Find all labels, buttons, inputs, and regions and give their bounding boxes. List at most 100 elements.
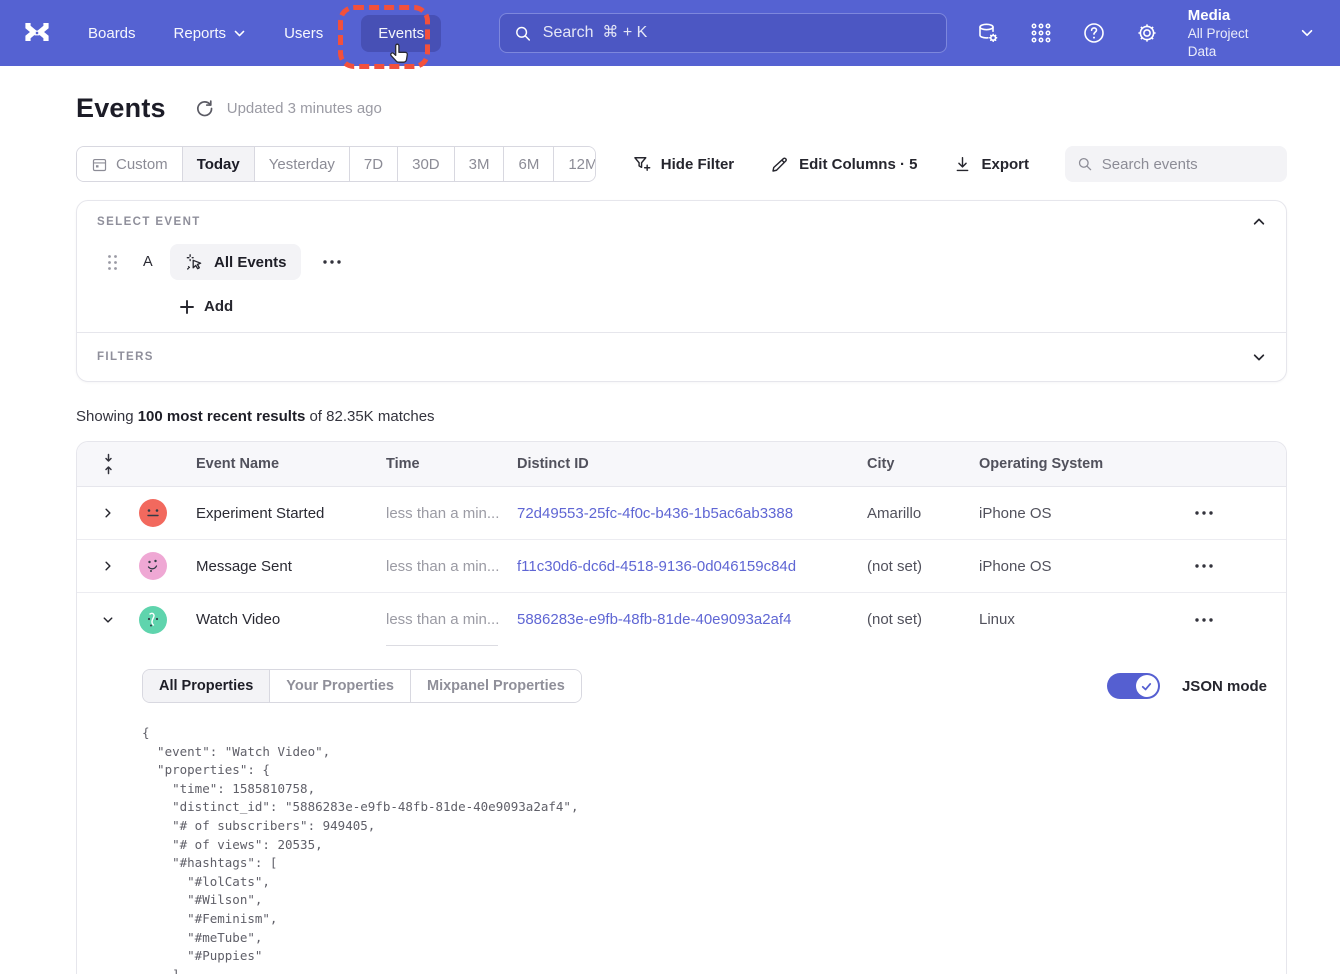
add-button-label: Add (204, 298, 233, 315)
cell-distinct-id-link[interactable]: f11c30d6-dc6d-4518-9136-0d046159c84d (517, 558, 867, 575)
settings-gear-icon[interactable] (1135, 21, 1159, 45)
row-more-button[interactable] (1184, 563, 1286, 569)
date-range-yesterday[interactable]: Yesterday (255, 147, 350, 181)
segment-label: 7D (364, 156, 383, 173)
segment-label: 3M (469, 156, 490, 173)
table-row[interactable]: Message Sent less than a min... f11c30d6… (77, 540, 1286, 593)
page-header: Events Updated 3 minutes ago (76, 93, 1287, 124)
avatar-face-icon (139, 552, 167, 580)
search-events-box[interactable] (1065, 146, 1287, 182)
row-more-button[interactable] (1184, 617, 1286, 623)
col-header-event-name[interactable]: Event Name (196, 456, 386, 472)
check-icon (1140, 680, 1153, 693)
top-navbar: Boards Reports Users Events (0, 0, 1340, 66)
step-letter: A (143, 254, 153, 270)
col-header-distinct-id[interactable]: Distinct ID (517, 456, 867, 472)
event-more-button[interactable] (318, 255, 346, 269)
sort-order-control[interactable] (77, 453, 139, 475)
table-row[interactable]: Experiment Started less than a min... 72… (77, 487, 1286, 540)
primary-nav: Boards Reports Users Events (88, 15, 441, 52)
nav-item-boards[interactable]: Boards (88, 25, 136, 42)
date-range-30d[interactable]: 30D (398, 147, 455, 181)
json-mode-control: JSON mode (1107, 673, 1267, 699)
table-row-expanded[interactable]: Watch Video less than a min... 5886283e-… (77, 593, 1286, 646)
chevron-down-icon[interactable] (1300, 25, 1314, 41)
add-event-button[interactable]: Add (179, 298, 233, 315)
cell-event-name: Experiment Started (196, 505, 386, 522)
date-range-3m[interactable]: 3M (455, 147, 505, 181)
tab-your-properties[interactable]: Your Properties (270, 670, 411, 702)
mixpanel-logo-icon[interactable] (20, 16, 54, 50)
cell-city: Amarillo (867, 505, 979, 522)
row-expand-button[interactable] (77, 560, 139, 572)
select-event-header[interactable]: SELECT EVENT (97, 215, 1266, 229)
download-icon (953, 155, 972, 174)
date-range-12m[interactable]: 12M (554, 147, 595, 181)
row-more-button[interactable] (1184, 510, 1286, 516)
export-button[interactable]: Export (953, 155, 1029, 174)
cell-os: iPhone OS (979, 558, 1184, 575)
hide-filter-button[interactable]: Hide Filter (632, 154, 734, 174)
project-selector[interactable]: Media All Project Data (1188, 6, 1270, 61)
all-events-selector[interactable]: All Events (170, 244, 301, 280)
cell-time: less than a min... (386, 487, 517, 539)
segment-label: 30D (412, 156, 440, 173)
filters-label: FILTERS (97, 351, 154, 363)
date-range-7d[interactable]: 7D (350, 147, 398, 181)
date-range-today[interactable]: Today (183, 147, 255, 181)
results-summary: Showing 100 most recent results of 82.35… (76, 408, 1287, 425)
json-mode-label: JSON mode (1182, 678, 1267, 695)
cell-city: (not set) (867, 558, 979, 575)
properties-tabs: All Properties Your Properties Mixpanel … (142, 669, 582, 703)
edit-columns-button[interactable]: Edit Columns · 5 (770, 154, 917, 174)
refresh-icon[interactable] (195, 99, 214, 118)
cell-distinct-id-link[interactable]: 72d49553-25fc-4f0c-b436-1b5ac6ab3388 (517, 505, 867, 522)
magic-cursor-icon (184, 252, 205, 273)
plus-icon (179, 299, 195, 315)
data-management-icon[interactable] (976, 21, 1000, 45)
search-events-input[interactable] (1102, 156, 1275, 173)
select-event-label: SELECT EVENT (97, 216, 201, 228)
search-icon (514, 24, 532, 43)
cell-distinct-id-link[interactable]: 5886283e-e9fb-48fb-81de-40e9093a2af4 (517, 611, 867, 628)
sort-arrows-icon (102, 453, 115, 475)
filters-section-header[interactable]: FILTERS (77, 333, 1286, 381)
global-search-input[interactable] (543, 24, 932, 42)
col-header-time[interactable]: Time (386, 456, 517, 472)
nav-item-events[interactable]: Events (361, 15, 441, 52)
tab-all-properties[interactable]: All Properties (143, 670, 270, 702)
tab-mixpanel-properties[interactable]: Mixpanel Properties (411, 670, 581, 702)
navbar-right: Media All Project Data (947, 6, 1320, 61)
cell-city: (not set) (867, 611, 979, 628)
cell-event-name: Message Sent (196, 558, 386, 575)
help-icon[interactable] (1082, 21, 1106, 45)
query-builder-card: SELECT EVENT A (76, 200, 1287, 382)
segment-label: 12M (568, 156, 595, 173)
cell-event-name: Watch Video (196, 611, 386, 628)
row-collapse-button[interactable] (77, 614, 139, 626)
chevron-up-icon[interactable] (1252, 215, 1266, 229)
tool-btn-label: Export (981, 156, 1029, 173)
selected-event-label: All Events (214, 254, 287, 271)
main-content: Events Updated 3 minutes ago Cus (0, 93, 1340, 974)
chevron-down-icon (102, 614, 114, 626)
event-avatar (139, 606, 167, 634)
col-header-os[interactable]: Operating System (979, 456, 1184, 472)
nav-item-label: Boards (88, 25, 136, 42)
date-range-custom[interactable]: Custom (77, 147, 183, 181)
chevron-down-icon[interactable] (1252, 350, 1266, 364)
row-expand-button[interactable] (77, 507, 139, 519)
nav-item-reports[interactable]: Reports (174, 25, 247, 42)
toggle-knob (1136, 675, 1158, 697)
cell-time: less than a min... (386, 540, 517, 592)
event-step-row: A All Events (97, 244, 1266, 280)
drag-handle-icon[interactable] (107, 254, 118, 271)
apps-grid-icon[interactable] (1029, 21, 1053, 45)
nav-item-users[interactable]: Users (284, 25, 323, 42)
global-search[interactable] (499, 13, 947, 53)
col-header-city[interactable]: City (867, 456, 979, 472)
events-page: Boards Reports Users Events (0, 0, 1340, 974)
json-mode-toggle[interactable] (1107, 673, 1160, 699)
date-range-6m[interactable]: 6M (504, 147, 554, 181)
cell-time: less than a min... (386, 593, 517, 646)
